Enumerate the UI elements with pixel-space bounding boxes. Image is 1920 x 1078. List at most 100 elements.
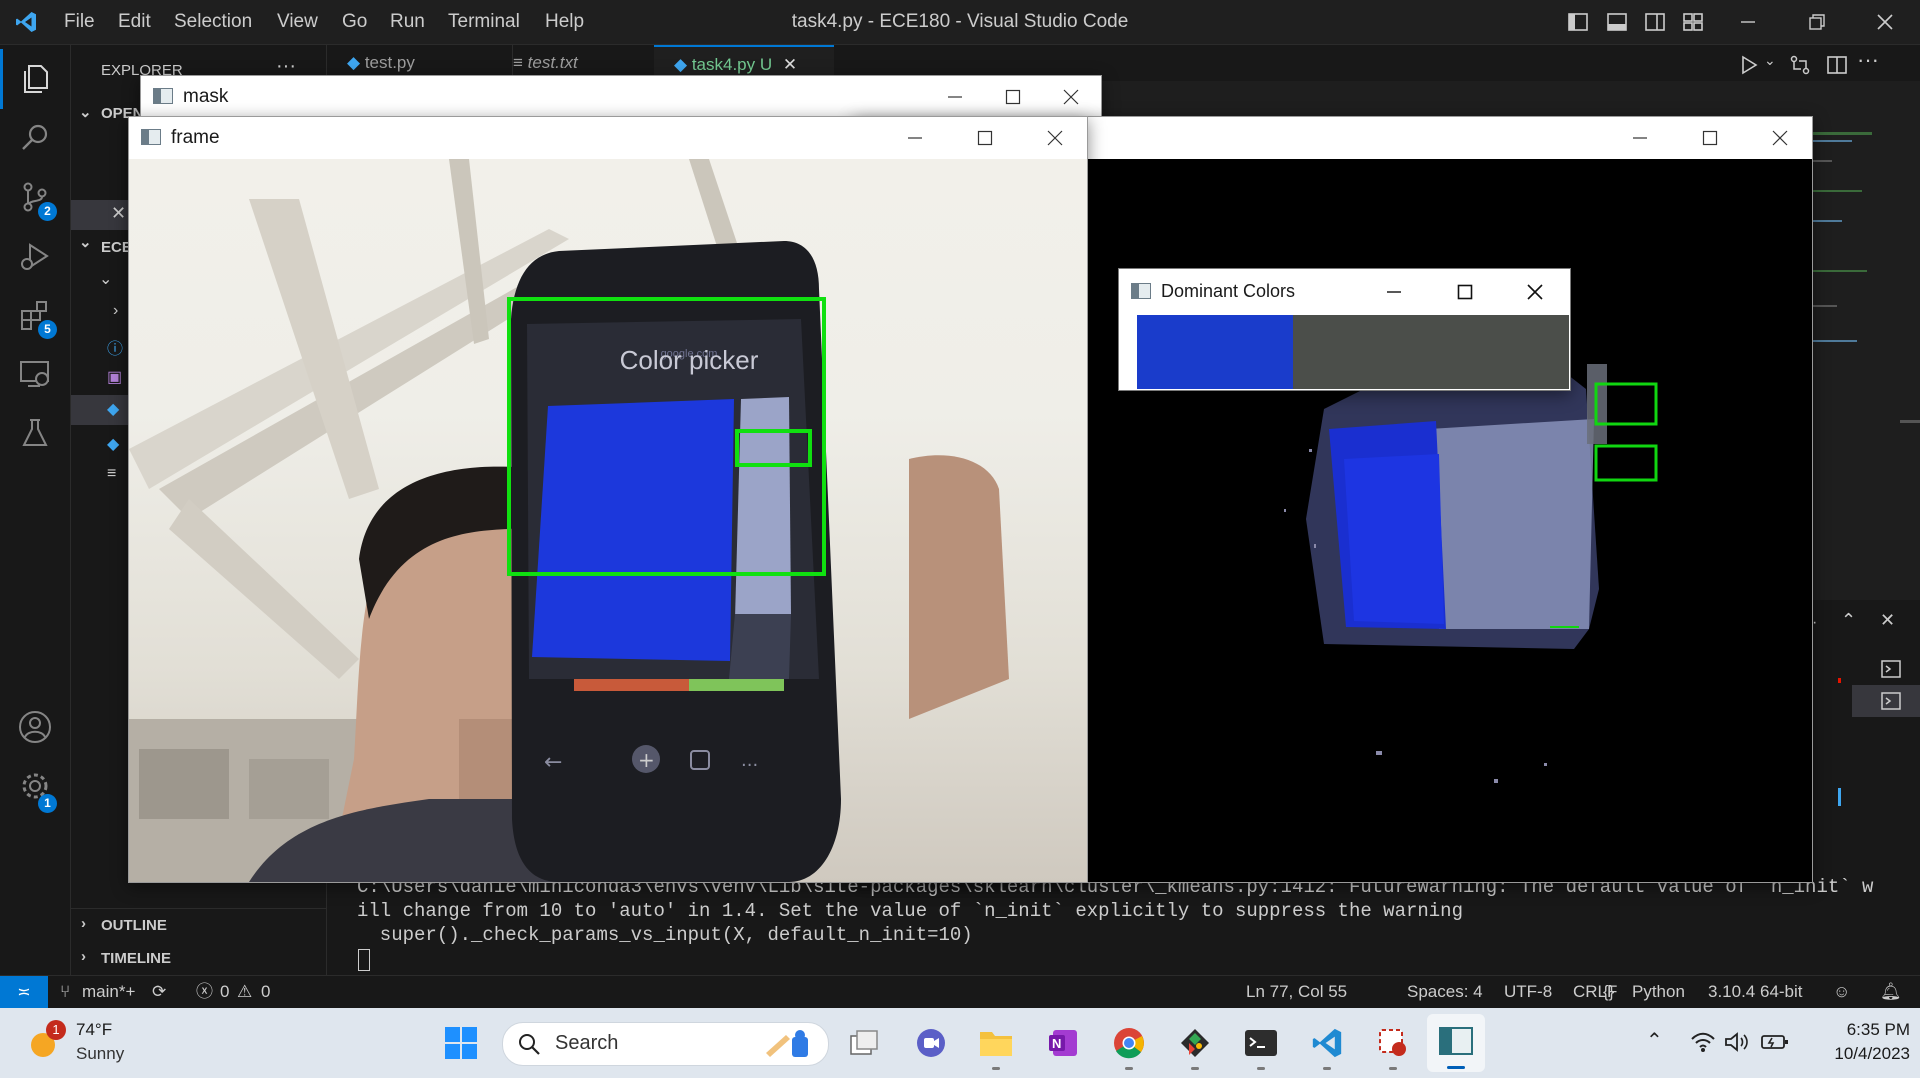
open-editors-chevron-icon[interactable]: ⌄ — [79, 103, 92, 121]
terminal-button[interactable] — [1240, 1022, 1282, 1070]
frame-minimize-button[interactable] — [885, 117, 945, 159]
cursor-position[interactable]: Ln 77, Col 55 — [1246, 976, 1347, 1008]
testing-tab[interactable] — [0, 403, 70, 463]
minimap[interactable] — [1812, 130, 1892, 360]
mask-close-button[interactable] — [1041, 76, 1101, 118]
start-button[interactable] — [440, 1022, 482, 1064]
more-actions-icon[interactable]: ··· — [1857, 47, 1879, 73]
restore-icon[interactable] — [1806, 11, 1828, 33]
mask-maximize-button[interactable] — [983, 76, 1043, 118]
task-view-button[interactable] — [843, 1022, 885, 1064]
outline-chevron-icon[interactable]: › — [81, 915, 86, 932]
file-explorer-button[interactable] — [975, 1022, 1017, 1070]
menu-terminal[interactable]: Terminal — [448, 0, 520, 44]
explorer-tab[interactable] — [0, 49, 70, 109]
result-maximize-button[interactable] — [1680, 117, 1740, 159]
menu-selection[interactable]: Selection — [174, 0, 252, 44]
onenote-button[interactable]: N — [1042, 1022, 1084, 1064]
folder-chevron-icon[interactable]: ⌄ — [99, 269, 112, 289]
clock-time[interactable]: 6:35 PM — [1828, 1020, 1910, 1040]
git-app-button[interactable] — [1174, 1022, 1216, 1070]
feedback-icon[interactable]: ☺ — [1833, 976, 1850, 1008]
compare-changes-icon[interactable] — [1789, 54, 1811, 76]
battery-icon[interactable] — [1760, 1030, 1790, 1054]
close-icon — [1527, 283, 1543, 300]
project-chevron-icon[interactable]: ⌄ — [79, 233, 92, 251]
result-close-button[interactable] — [1750, 117, 1810, 159]
language-mode[interactable]: Python — [1632, 976, 1685, 1008]
teams-chat-button[interactable] — [910, 1022, 952, 1064]
branch-name[interactable]: main*+ — [82, 976, 135, 1008]
frame-close-button[interactable] — [1025, 117, 1085, 159]
terminal-icon[interactable] — [1880, 658, 1902, 680]
run-debug-tab[interactable] — [0, 226, 70, 286]
toggle-secondary-sidebar-icon[interactable] — [1644, 11, 1666, 33]
python-file-icon[interactable]: ◆ — [107, 434, 119, 454]
menu-run[interactable]: Run — [390, 0, 425, 44]
error-count[interactable]: 0 — [220, 976, 229, 1008]
timeline-chevron-icon[interactable]: › — [81, 948, 86, 965]
python-cv-button[interactable] — [1427, 1014, 1485, 1072]
frame-title-bar[interactable]: frame — [129, 117, 1087, 159]
close-panel-icon[interactable]: ✕ — [1880, 610, 1895, 631]
frame-window[interactable]: frame google.com Color picker ← + ··· — [128, 116, 1088, 883]
python-interpreter[interactable]: 3.10.4 64-bit — [1708, 976, 1803, 1008]
toggle-primary-sidebar-icon[interactable] — [1567, 11, 1589, 33]
extensions-tab[interactable]: 5 — [0, 285, 70, 345]
weather-desc[interactable]: Sunny — [76, 1044, 124, 1064]
source-control-tab[interactable]: 2 — [0, 167, 70, 227]
notifications-icon[interactable]: 🔔︎ — [1880, 976, 1902, 1008]
dominant-maximize-button[interactable] — [1435, 269, 1495, 314]
show-hidden-icons[interactable]: ⌃ — [1646, 1028, 1663, 1053]
accounts-tab[interactable] — [0, 697, 70, 757]
mask-minimize-button[interactable] — [925, 76, 985, 118]
active-terminal-row[interactable] — [1852, 685, 1920, 717]
menu-go[interactable]: Go — [342, 0, 367, 44]
toggle-panel-icon[interactable] — [1606, 11, 1628, 33]
encoding[interactable]: UTF-8 — [1504, 976, 1552, 1008]
info-file-icon[interactable]: ⓘ — [107, 335, 123, 359]
remote-indicator[interactable]: ≍ — [0, 976, 48, 1008]
terminal-panel[interactable]: C:\Users\danie\miniconda3\envs\venv\Lib\… — [327, 875, 1920, 975]
manage-tab[interactable]: 1 — [0, 756, 70, 816]
close-editor-icon[interactable]: ✕ — [111, 203, 126, 224]
menu-edit[interactable]: Edit — [118, 0, 151, 44]
outline-section[interactable]: OUTLINE — [101, 917, 167, 934]
run-dropdown-icon[interactable]: ⌄ — [1764, 52, 1776, 69]
frame-maximize-button[interactable] — [955, 117, 1015, 159]
maximize-panel-icon[interactable]: ⌃ — [1841, 610, 1856, 631]
close-tab-icon[interactable]: ✕ — [783, 55, 797, 74]
search-tab[interactable] — [0, 108, 70, 168]
vscode-button[interactable] — [1306, 1022, 1348, 1070]
weather-temp[interactable]: 74°F — [76, 1020, 112, 1040]
indentation[interactable]: Spaces: 4 — [1407, 976, 1483, 1008]
timeline-section[interactable]: TIMELINE — [101, 950, 171, 967]
dominant-close-button[interactable] — [1505, 269, 1565, 314]
mask-title-bar[interactable]: mask — [141, 76, 1101, 118]
chrome-button[interactable] — [1108, 1022, 1150, 1070]
dominant-minimize-button[interactable] — [1364, 269, 1424, 314]
warning-count[interactable]: 0 — [261, 976, 270, 1008]
volume-icon[interactable] — [1724, 1030, 1750, 1054]
split-editor-icon[interactable] — [1826, 54, 1848, 76]
menu-help[interactable]: Help — [545, 0, 584, 44]
dominant-colors-title-bar[interactable]: Dominant Colors — [1119, 269, 1570, 314]
dominant-colors-window[interactable]: Dominant Colors — [1118, 268, 1571, 391]
result-minimize-button[interactable] — [1610, 117, 1670, 159]
close-icon[interactable] — [1874, 11, 1896, 33]
remote-explorer-tab[interactable] — [0, 344, 70, 404]
run-file-icon[interactable] — [1738, 54, 1760, 76]
minimize-icon[interactable] — [1737, 11, 1759, 33]
text-file-icon[interactable]: ≡ — [107, 465, 116, 483]
snipping-tool-button[interactable] — [1372, 1022, 1414, 1070]
taskbar-search[interactable]: Search — [502, 1022, 829, 1066]
weather-widget[interactable]: 1 — [26, 1020, 66, 1060]
menu-view[interactable]: View — [277, 0, 318, 44]
image-file-icon[interactable]: ▣ — [107, 367, 122, 387]
wifi-icon[interactable] — [1690, 1030, 1716, 1054]
customize-layout-icon[interactable] — [1682, 11, 1704, 33]
sync-icon[interactable]: ⟳ — [152, 976, 166, 1008]
menu-file[interactable]: File — [64, 0, 95, 44]
collapsed-folder-icon[interactable]: › — [113, 302, 118, 320]
clock-date[interactable]: 10/4/2023 — [1808, 1044, 1910, 1064]
